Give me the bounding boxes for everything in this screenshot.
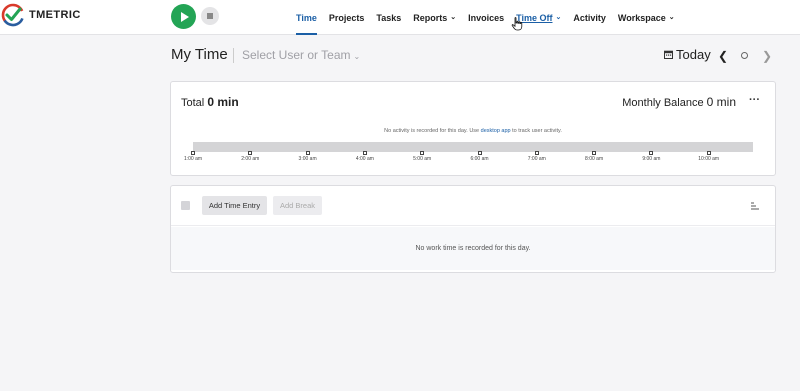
- nav-item-label: Activity: [573, 12, 606, 23]
- more-options-button[interactable]: ···: [749, 94, 760, 106]
- play-icon: [180, 11, 189, 22]
- timeline-tick-label: 1:00 am: [183, 156, 203, 162]
- timeline-tick: [649, 151, 654, 155]
- timeline-tick: [420, 151, 425, 155]
- balance-label: Monthly Balance: [622, 97, 704, 109]
- top-navigation-bar: TMETRIC Time Projects Tasks Reports ⌄ In…: [0, 0, 800, 35]
- timeline-tick-label: 4:00 am: [355, 156, 374, 162]
- timeline-tick: [706, 151, 711, 155]
- timeline-tick: [191, 151, 195, 155]
- timeline-tick: [248, 151, 253, 155]
- sort-icon[interactable]: [751, 202, 759, 210]
- total-value: 0 min: [207, 95, 239, 109]
- nav-item-time[interactable]: Time: [290, 0, 323, 35]
- start-timer-button[interactable]: [171, 4, 196, 29]
- calendar-icon[interactable]: [664, 50, 673, 59]
- no-activity-suffix: to track user activity.: [512, 128, 562, 134]
- nav-item-activity[interactable]: Activity: [567, 0, 612, 35]
- monthly-balance: Monthly Balance 0 min: [622, 95, 736, 109]
- no-activity-message: No activity is recorded for this day. Us…: [171, 128, 775, 134]
- chevron-down-icon: ⌄: [353, 52, 361, 61]
- timeline-tick: [305, 151, 310, 155]
- chevron-down-icon: ⌄: [555, 13, 562, 21]
- page-title: My Time: [171, 46, 228, 63]
- current-day-button[interactable]: [741, 52, 748, 59]
- hand-pointer-cursor-icon: [511, 17, 523, 31]
- main-nav: Time Projects Tasks Reports ⌄ Invoices T…: [290, 0, 681, 35]
- nav-item-projects[interactable]: Projects: [323, 0, 371, 35]
- timeline-tick: [592, 151, 597, 155]
- chevron-left-icon[interactable]: ❮: [718, 49, 728, 63]
- timeline-tick: [534, 151, 539, 155]
- chevron-down-icon: ⌄: [450, 13, 457, 21]
- user-team-select[interactable]: Select User or Team ⌄: [242, 48, 360, 62]
- timeline-tick-label: 8:00 am: [585, 156, 604, 162]
- chevron-right-icon[interactable]: ❯: [762, 49, 772, 63]
- stop-icon: [207, 13, 213, 19]
- no-activity-prefix: No activity is recorded for this day. Us…: [384, 128, 480, 134]
- timeline-tick-label: 3:00 am: [298, 156, 317, 162]
- nav-item-label: Time: [296, 12, 317, 23]
- nav-item-label: Workspace: [617, 12, 666, 23]
- tmetric-logo-icon: [1, 3, 25, 27]
- balance-value: 0 min: [706, 95, 736, 109]
- nav-item-reports[interactable]: Reports ⌄: [407, 0, 462, 35]
- nav-item-invoices[interactable]: Invoices: [462, 0, 510, 35]
- empty-entries-message: No work time is recorded for this day.: [171, 227, 775, 270]
- logo-text: TMETRIC: [29, 9, 81, 21]
- nav-item-label: Reports: [413, 12, 448, 23]
- timeline-tick-label: 6:00 am: [470, 156, 489, 162]
- timeline-tick-label: 9:00 am: [642, 156, 661, 162]
- entries-toolbar: Add Time Entry Add Break: [171, 186, 775, 226]
- stop-timer-button[interactable]: [201, 7, 219, 25]
- desktop-app-link[interactable]: desktop app: [481, 128, 511, 134]
- nav-item-label: Invoices: [468, 12, 505, 23]
- timeline-tick: [477, 151, 482, 155]
- nav-item-label: Tasks: [376, 12, 402, 23]
- add-break-button[interactable]: Add Break: [273, 196, 322, 215]
- total-time: Total 0 min: [181, 95, 239, 109]
- title-divider: [233, 48, 234, 63]
- add-time-entry-button[interactable]: Add Time Entry: [202, 196, 267, 215]
- nav-item-workspace[interactable]: Workspace ⌄: [612, 0, 681, 35]
- time-summary-card: Total 0 min Monthly Balance 0 min ··· No…: [170, 81, 776, 176]
- logo[interactable]: TMETRIC: [0, 3, 81, 27]
- user-team-select-placeholder: Select User or Team: [242, 48, 351, 62]
- timeline-tick-label: 5:00 am: [413, 156, 432, 162]
- nav-item-tasks[interactable]: Tasks: [370, 0, 407, 35]
- total-label: Total: [181, 97, 205, 109]
- nav-item-label: Projects: [328, 12, 365, 23]
- timeline-tick-label: 2:00 am: [241, 156, 260, 162]
- today-button[interactable]: Today: [676, 47, 711, 62]
- timeline-tick-label: 7:00 am: [527, 156, 546, 162]
- timeline-tick: [362, 151, 367, 155]
- select-all-checkbox[interactable]: [181, 201, 190, 210]
- activity-timeline-bar: [193, 142, 753, 152]
- time-entries-card: Add Time Entry Add Break No work time is…: [170, 185, 776, 273]
- chevron-down-icon: ⌄: [668, 13, 675, 21]
- timeline-tick-label: 10:00 am: [698, 156, 720, 162]
